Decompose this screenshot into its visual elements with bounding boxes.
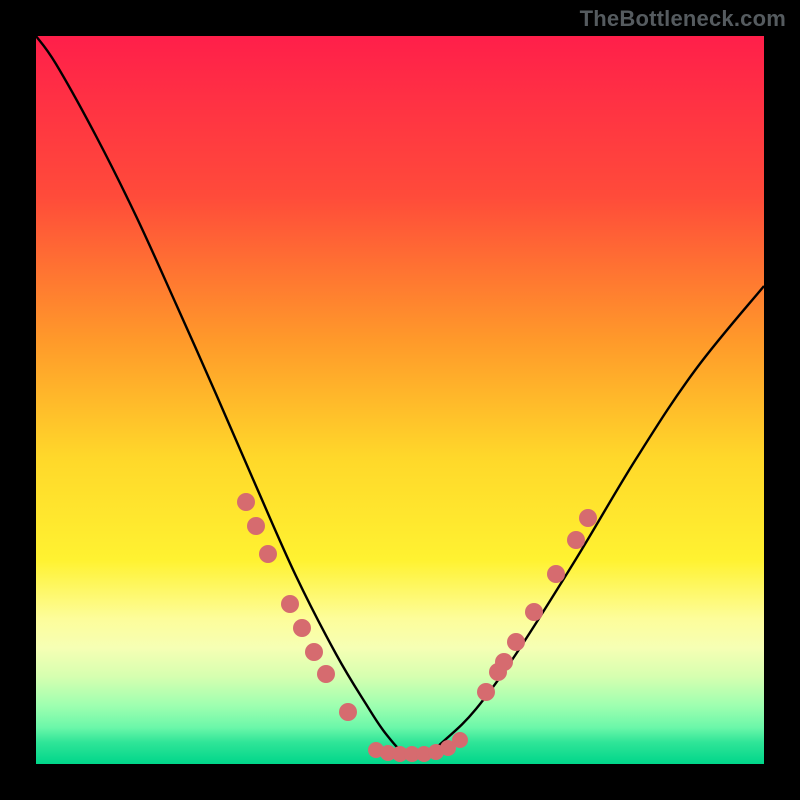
chart-frame: TheBottleneck.com — [0, 0, 800, 800]
data-marker — [293, 619, 311, 637]
data-marker — [237, 493, 255, 511]
data-marker — [305, 643, 323, 661]
data-marker — [452, 732, 468, 748]
data-marker — [525, 603, 543, 621]
plot-area — [36, 36, 764, 764]
data-marker — [567, 531, 585, 549]
bottleneck-curve — [36, 36, 764, 764]
data-marker — [317, 665, 335, 683]
data-marker — [507, 633, 525, 651]
data-marker — [547, 565, 565, 583]
data-marker — [477, 683, 495, 701]
data-marker — [339, 703, 357, 721]
data-marker — [281, 595, 299, 613]
data-marker — [495, 653, 513, 671]
data-marker — [579, 509, 597, 527]
watermark-label: TheBottleneck.com — [580, 6, 786, 32]
data-marker — [259, 545, 277, 563]
data-marker — [247, 517, 265, 535]
